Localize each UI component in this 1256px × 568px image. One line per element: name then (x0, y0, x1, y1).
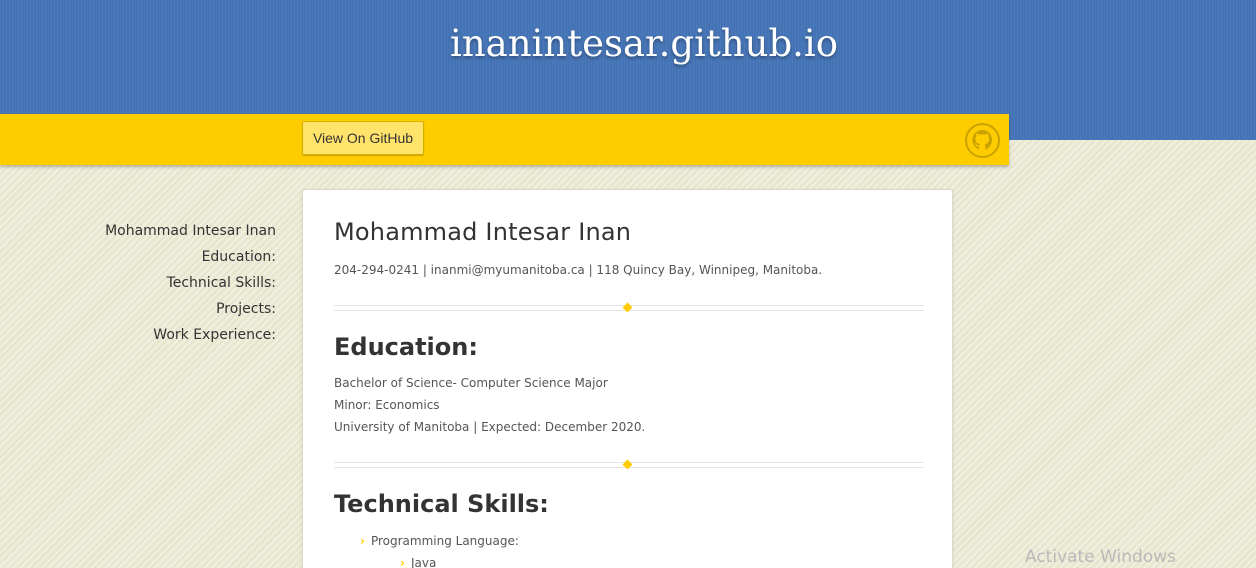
resume-name-heading: Mohammad Intesar Inan (334, 218, 632, 246)
technical-skills-heading: Technical Skills: (334, 490, 549, 518)
activate-windows-watermark: Activate Windows (1025, 547, 1176, 567)
site-title: inanintesar.github.io (449, 22, 838, 65)
sidebar-item-technical-skills[interactable]: Technical Skills: (60, 272, 276, 298)
chevron-right-icon: › (400, 556, 405, 568)
list-item-label: Java (410, 556, 437, 568)
list-item: › Java (400, 556, 436, 568)
list-item-label: Programming Language: (370, 534, 519, 548)
sidebar-item-projects[interactable]: Projects: (60, 298, 276, 324)
chevron-right-icon: › (360, 534, 365, 548)
content-card: Mohammad Intesar Inan 204-294-0241 | ina… (302, 189, 953, 568)
education-line-minor: Minor: Economics (334, 398, 440, 412)
sidebar-item-work-experience[interactable]: Work Experience: (60, 324, 276, 350)
education-heading: Education: (334, 333, 478, 361)
list-item: › Programming Language: (360, 534, 519, 548)
github-octocat-icon[interactable] (964, 122, 1001, 159)
sidebar-nav: Mohammad Intesar Inan Education: Technic… (60, 220, 276, 350)
sidebar-item-name[interactable]: Mohammad Intesar Inan (60, 220, 276, 246)
contact-line: 204-294-0241 | inanmi@myumanitoba.ca | 1… (334, 263, 823, 277)
view-on-github-button[interactable]: View On GitHub (302, 121, 424, 155)
ribbon-bar (0, 114, 1009, 165)
sidebar-item-education[interactable]: Education: (60, 246, 276, 272)
education-line-university: University of Manitoba | Expected: Decem… (334, 420, 646, 434)
education-line-degree: Bachelor of Science- Computer Science Ma… (334, 376, 608, 390)
